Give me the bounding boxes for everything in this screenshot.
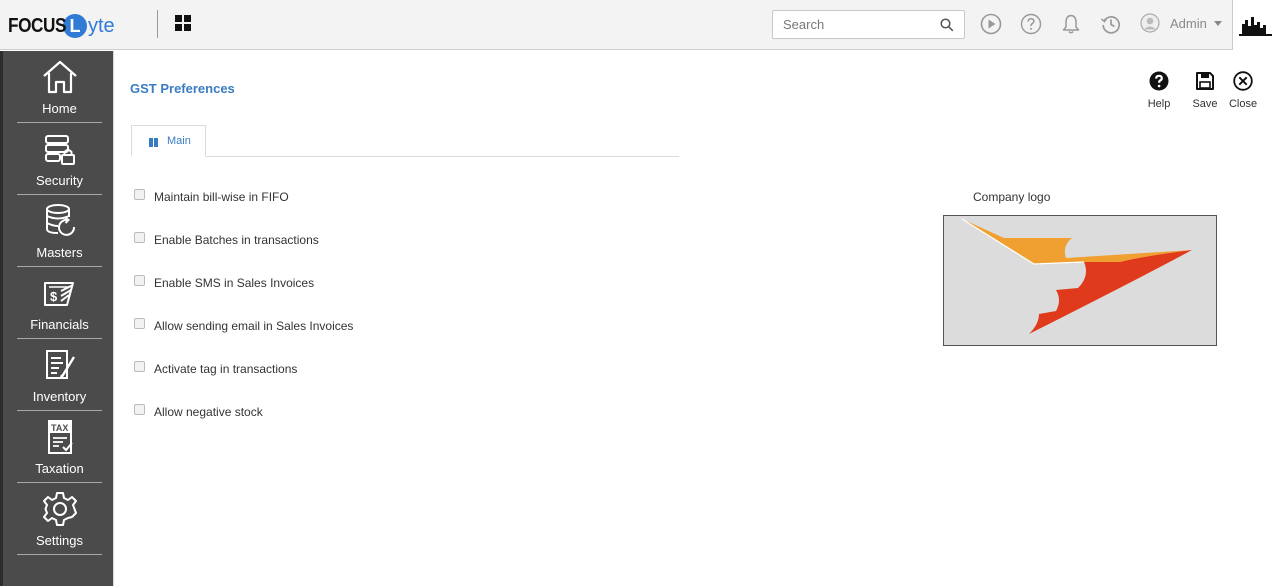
header-divider — [157, 10, 158, 38]
sidebar-item-financials[interactable]: $ Financials — [17, 267, 102, 339]
help-label: Help — [1147, 98, 1171, 110]
search-icon[interactable] — [940, 18, 954, 32]
sidebar-item-label: Security — [36, 173, 83, 188]
user-menu[interactable]: Admin — [1140, 12, 1222, 34]
option-label: Allow sending email in Sales Invoices — [154, 319, 354, 333]
svg-text:TAX: TAX — [51, 423, 68, 433]
user-name: Admin — [1170, 15, 1207, 31]
taxation-icon: TAX — [48, 420, 73, 454]
option-label: Enable Batches in transactions — [154, 233, 319, 247]
help-button[interactable]: Help — [1139, 71, 1179, 117]
bell-icon[interactable] — [1060, 13, 1082, 35]
sidebar-item-label: Settings — [36, 533, 83, 548]
close-button[interactable]: Close — [1223, 71, 1263, 117]
sidebar: Home Security Masters $ Financials Inven… — [0, 51, 113, 586]
sidebar-item-label: Financials — [30, 317, 89, 332]
inventory-icon — [46, 350, 76, 379]
sidebar-item-label: Taxation — [35, 461, 84, 476]
logo-text-yte: yte — [88, 14, 115, 37]
apps-grid-icon[interactable] — [175, 15, 191, 31]
logo-text-focus: FOCUS — [8, 14, 67, 37]
sidebar-item-security[interactable]: Security — [17, 123, 102, 195]
help-circle-icon[interactable] — [1020, 13, 1042, 35]
option-label: Activate tag in transactions — [154, 362, 298, 376]
financials-icon: $ — [44, 282, 74, 306]
search-input[interactable] — [773, 11, 933, 38]
option-enable-sms: Enable SMS in Sales Invoices — [134, 274, 314, 292]
user-avatar-icon — [1140, 13, 1160, 33]
masters-icon — [46, 204, 76, 236]
search-box — [772, 10, 965, 39]
settings-icon — [43, 492, 77, 526]
logo-circle-l: L — [63, 14, 87, 38]
close-icon — [1233, 71, 1253, 91]
sidebar-item-taxation[interactable]: TAX Taxation — [17, 411, 102, 483]
company-logo-image[interactable] — [943, 215, 1217, 346]
tab-main[interactable]: Main — [131, 125, 206, 157]
option-enable-batches: Enable Batches in transactions — [134, 231, 319, 249]
history-icon[interactable] — [1100, 13, 1122, 35]
sidebar-item-masters[interactable]: Masters — [17, 195, 102, 267]
option-label: Allow negative stock — [154, 405, 263, 419]
close-label: Close — [1228, 98, 1258, 110]
sidebar-item-label: Masters — [36, 245, 83, 260]
option-maintain-bill-wise-fifo: Maintain bill-wise in FIFO — [134, 188, 289, 206]
option-allow-negative-stock: Allow negative stock — [134, 403, 263, 421]
company-logo-label: Company logo — [973, 190, 1051, 204]
save-label: Save — [1192, 98, 1218, 110]
sidebar-item-label: Inventory — [32, 389, 87, 404]
focus-lyte-logo[interactable]: FOCUS L yte — [8, 12, 115, 40]
option-label: Maintain bill-wise in FIFO — [154, 190, 289, 204]
option-activate-tag: Activate tag in transactions — [134, 360, 297, 378]
tab-main-icon — [149, 138, 158, 147]
caret-down-icon — [1213, 20, 1222, 26]
home-icon — [43, 60, 77, 94]
main-content: GST Preferences Help Save Close Main Mai… — [113, 51, 1272, 586]
tab-bar: Main — [131, 125, 679, 157]
save-button[interactable]: Save — [1185, 71, 1225, 117]
sidebar-item-home[interactable]: Home — [17, 51, 102, 123]
option-label: Enable SMS in Sales Invoices — [154, 276, 315, 290]
page-title: GST Preferences — [130, 81, 235, 96]
company-skyline-icon — [1232, 0, 1272, 50]
play-icon[interactable] — [980, 13, 1002, 35]
help-icon — [1149, 71, 1169, 91]
checkbox-activate-tag[interactable] — [134, 360, 145, 372]
checkbox-allow-email[interactable] — [134, 317, 145, 329]
sidebar-item-inventory[interactable]: Inventory — [17, 339, 102, 411]
option-allow-email: Allow sending email in Sales Invoices — [134, 317, 353, 335]
sidebar-item-settings[interactable]: Settings — [17, 483, 102, 555]
company-logo-icon — [961, 218, 1192, 334]
top-bar: FOCUS L yte Admin — [0, 0, 1272, 50]
checkbox-enable-batches[interactable] — [134, 231, 145, 243]
save-icon — [1196, 72, 1214, 90]
checkbox-enable-sms[interactable] — [134, 274, 145, 286]
svg-text:$: $ — [50, 289, 58, 304]
checkbox-allow-negative-stock[interactable] — [134, 403, 145, 415]
sidebar-item-label: Home — [42, 101, 77, 116]
checkbox-maintain-bill-wise-fifo[interactable] — [134, 188, 145, 200]
tab-main-label: Main — [167, 135, 191, 147]
security-icon — [45, 135, 75, 165]
